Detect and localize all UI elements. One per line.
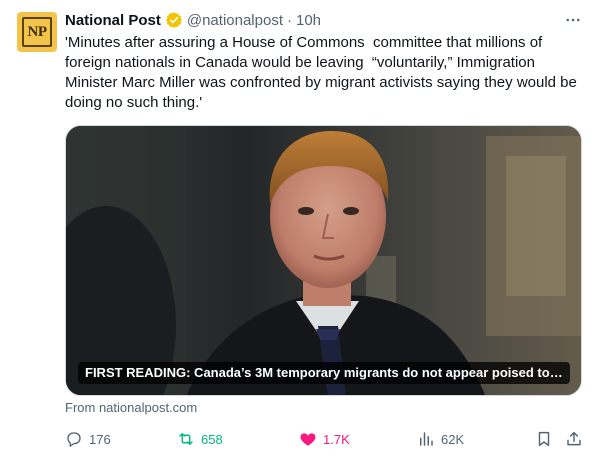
photo-illustration	[66, 126, 581, 395]
author-handle[interactable]: @nationalpost	[187, 12, 283, 29]
repost-count: 658	[201, 431, 223, 447]
bookmark-icon	[538, 431, 550, 447]
heart-icon	[300, 433, 316, 446]
reply-count: 176	[89, 431, 111, 447]
views-icon	[420, 432, 433, 446]
reply-icon	[67, 432, 81, 447]
share-icon	[567, 431, 581, 446]
avatar[interactable]: NP	[17, 12, 57, 52]
repost-button[interactable]: 658	[177, 428, 223, 450]
tweet[interactable]: NP National Post @nationalpost · 10h 'Mi…	[0, 0, 609, 461]
timestamp[interactable]: 10h	[296, 12, 321, 29]
link-card-image[interactable]: FIRST READING: Canada’s 3M temporary mig…	[65, 125, 582, 396]
tweet-text: 'Minutes after assuring a House of Commo…	[65, 34, 582, 111]
link-card-title[interactable]: FIRST READING: Canada’s 3M temporary mig…	[78, 362, 570, 384]
share-button[interactable]	[565, 428, 583, 450]
repost-icon	[179, 433, 193, 445]
tweet-header: National Post @nationalpost · 10h	[65, 9, 321, 31]
views-count: 62K	[441, 431, 465, 447]
like-button[interactable]: 1.7K	[299, 428, 350, 450]
separator-dot: ·	[286, 11, 292, 29]
bookmark-button[interactable]	[535, 428, 553, 450]
reply-button[interactable]: 176	[65, 428, 111, 450]
like-count: 1.7K	[323, 431, 350, 447]
views-button[interactable]: 62K	[417, 428, 464, 450]
author-name[interactable]: National Post	[65, 12, 161, 29]
verified-badge-icon	[165, 12, 182, 28]
more-icon[interactable]	[562, 11, 584, 29]
action-bar: 176 658 1.7K 62K	[65, 428, 585, 450]
avatar-logo: NP	[22, 17, 52, 47]
link-source[interactable]: From nationalpost.com	[65, 400, 197, 415]
